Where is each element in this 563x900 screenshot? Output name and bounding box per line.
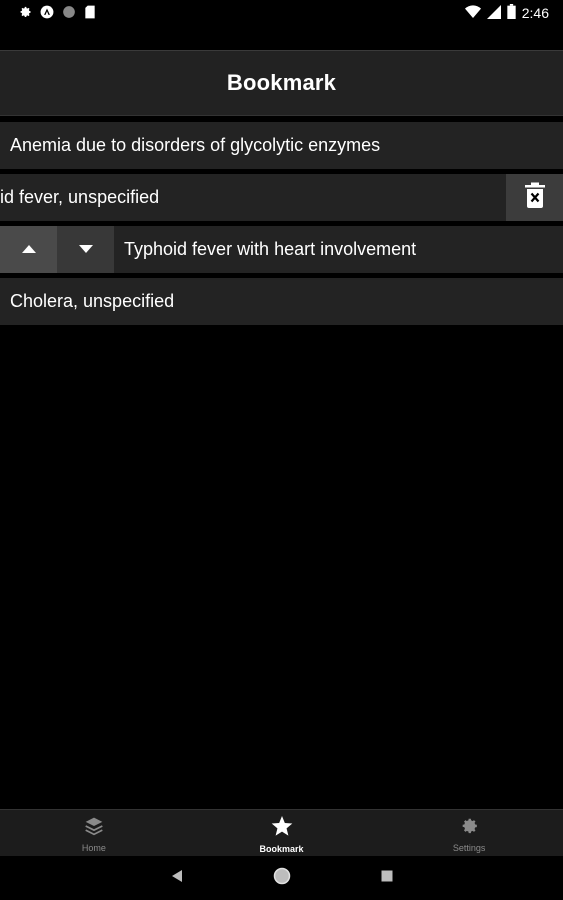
recents-icon[interactable] bbox=[381, 869, 393, 887]
bookmark-item-swiped[interactable]: oid fever, unspecified bbox=[0, 174, 563, 221]
system-nav bbox=[0, 856, 563, 900]
bookmark-label: Typhoid fever with heart involvement bbox=[124, 239, 417, 259]
delete-icon bbox=[524, 182, 546, 213]
bookmark-list: Anemia due to disorders of glycolytic en… bbox=[0, 122, 563, 330]
arrow-down-icon bbox=[78, 241, 94, 259]
gear-icon bbox=[459, 816, 479, 841]
circle-icon bbox=[62, 5, 76, 24]
gear-icon bbox=[18, 5, 32, 24]
bookmark-label: Cholera, unspecified bbox=[10, 291, 175, 311]
nav-item-bookmark[interactable]: Bookmark bbox=[188, 810, 376, 857]
nav-label-settings: Settings bbox=[452, 843, 486, 853]
arrow-up-icon bbox=[21, 241, 37, 259]
nav-item-settings[interactable]: Settings bbox=[375, 810, 563, 857]
bookmark-item-reorder[interactable]: Typhoid fever with heart involvement bbox=[0, 226, 563, 273]
bookmark-label: Anemia due to disorders of glycolytic en… bbox=[10, 135, 381, 155]
nav-label-bookmark: Bookmark bbox=[259, 844, 304, 854]
bottom-nav: Home Bookmark Settings bbox=[0, 809, 563, 857]
page-title: Bookmark bbox=[226, 70, 337, 95]
wifi-icon bbox=[464, 4, 481, 22]
star-icon bbox=[271, 816, 293, 842]
home-icon[interactable] bbox=[273, 867, 291, 890]
delete-button[interactable] bbox=[506, 174, 563, 221]
move-up-button[interactable] bbox=[0, 226, 57, 273]
status-time: 2:46 bbox=[521, 5, 549, 21]
back-icon[interactable] bbox=[171, 869, 183, 888]
bookmark-item[interactable]: Anemia due to disorders of glycolytic en… bbox=[0, 122, 563, 169]
app-icon bbox=[40, 5, 54, 24]
bookmark-item[interactable]: Cholera, unspecified bbox=[0, 278, 563, 325]
sd-card-icon bbox=[84, 5, 96, 24]
layers-icon bbox=[84, 816, 104, 841]
bookmark-label: oid fever, unspecified bbox=[0, 187, 160, 207]
signal-icon bbox=[486, 4, 501, 22]
status-left-icons bbox=[18, 5, 96, 24]
status-right-icons: 2:46 bbox=[464, 4, 549, 22]
battery-icon bbox=[507, 4, 516, 22]
nav-label-home: Home bbox=[81, 843, 106, 853]
app-bar: Bookmark bbox=[0, 50, 563, 116]
move-down-button[interactable] bbox=[57, 226, 114, 273]
status-bar: 2:46 bbox=[0, 0, 563, 26]
nav-item-home[interactable]: Home bbox=[0, 810, 188, 857]
